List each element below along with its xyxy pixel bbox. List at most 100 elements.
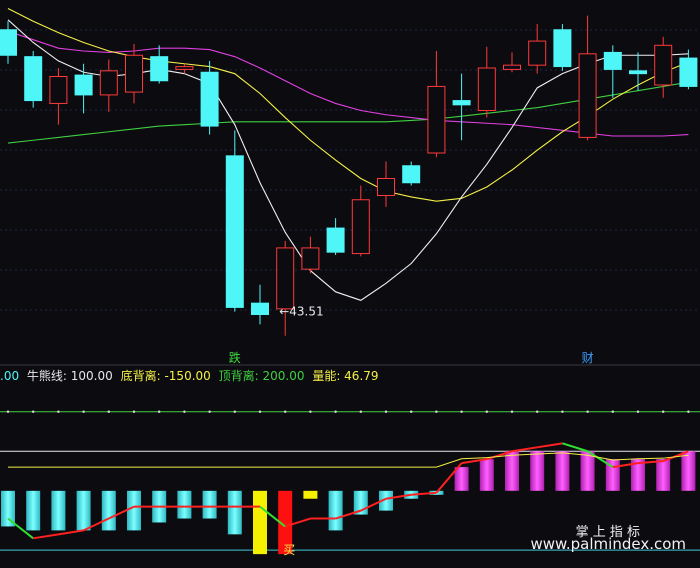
signal-dot <box>435 410 438 413</box>
signal-dot <box>460 410 463 413</box>
candle-body <box>150 56 169 82</box>
candle <box>74 63 93 114</box>
indicator-bar <box>1 490 15 527</box>
signal-dot <box>586 410 589 413</box>
candle-body <box>503 64 521 70</box>
signal-dot <box>410 410 413 413</box>
signal-dot <box>662 410 665 413</box>
candle <box>351 185 370 257</box>
candle <box>603 45 622 98</box>
candle-body <box>427 85 446 154</box>
signal-dot <box>32 410 35 413</box>
candle-body <box>276 247 295 310</box>
indicator-legend: .00 牛熊线: 100.00 底背离: -150.00 顶背离: 200.00… <box>0 367 383 383</box>
curve-segment <box>537 442 563 449</box>
signal-dot <box>208 410 211 413</box>
candle <box>654 36 673 98</box>
legend-item-volume-energy: 量能: 46.79 <box>312 369 379 383</box>
candle <box>326 218 345 255</box>
signal-dot <box>687 410 690 413</box>
signal-dot <box>384 410 388 413</box>
watermark-url: www.palmindex.com <box>530 535 686 553</box>
indicator-bar <box>479 459 494 491</box>
candle <box>200 60 219 135</box>
candle <box>276 240 295 336</box>
candle <box>452 73 471 141</box>
signal-dot <box>258 410 262 413</box>
candle <box>125 43 143 104</box>
candle-body <box>351 199 370 255</box>
signal-dot <box>485 410 488 413</box>
candle <box>99 59 118 112</box>
indicator-bar <box>328 490 343 531</box>
indicator-bar <box>177 490 192 519</box>
candle <box>377 161 395 207</box>
signal-dot <box>636 410 640 413</box>
candle <box>553 24 572 71</box>
signal-dot <box>6 410 10 413</box>
candle-body <box>99 70 118 96</box>
indicator-bar <box>454 467 469 491</box>
candle <box>301 236 320 274</box>
signal-dot <box>233 410 236 413</box>
legend-item-0: .00 <box>0 369 20 383</box>
annotation-label: 财 <box>582 351 594 365</box>
candle-body <box>175 66 194 70</box>
candle <box>629 52 647 91</box>
candle-body <box>452 100 471 106</box>
candle <box>477 46 496 118</box>
annotation-label: 跌 <box>229 350 241 365</box>
indicator-bar <box>253 490 267 555</box>
signal-dot <box>57 410 60 413</box>
candle-body <box>301 247 320 270</box>
candle <box>402 161 421 186</box>
candle <box>427 51 446 158</box>
candle <box>679 49 698 90</box>
indicator-bar <box>580 451 595 491</box>
indicator-bar <box>202 490 217 519</box>
legend-item-top-divergence: 顶背离: 200.00 <box>218 369 305 383</box>
candle-body <box>0 29 17 56</box>
signal-dot <box>611 410 614 413</box>
signal-dot <box>334 410 337 413</box>
indicator-bar <box>76 490 91 531</box>
candle <box>251 284 269 325</box>
signal-dot <box>183 410 186 413</box>
candle <box>503 52 521 73</box>
signal-dot <box>158 410 161 413</box>
candles <box>0 15 698 336</box>
signal-dot <box>82 410 85 413</box>
candle-body <box>402 165 421 184</box>
curve-segment <box>58 529 84 536</box>
signal-dot <box>536 410 539 413</box>
moving-averages <box>7 8 689 301</box>
curve-segment <box>33 533 59 540</box>
indicator-bar <box>101 490 116 531</box>
candle <box>528 24 547 74</box>
candle-body <box>679 57 698 87</box>
candle-body <box>377 178 395 196</box>
indicator-bar <box>555 451 570 491</box>
annotations: 跌 财 ←43.51 <box>229 305 594 365</box>
indicator-bar <box>51 490 66 531</box>
candle <box>24 51 43 108</box>
candle-body <box>477 67 496 111</box>
candle <box>150 45 169 84</box>
curve-segment <box>562 442 588 453</box>
indicator-bar <box>505 451 519 491</box>
legend-item-bull-bear: 牛熊线: 100.00 <box>26 369 113 383</box>
candle-body <box>200 71 219 127</box>
indicator-bar <box>656 459 671 491</box>
candle-body <box>125 54 143 93</box>
indicator-bar <box>303 490 318 499</box>
candle-body <box>629 70 647 75</box>
candle-body <box>553 29 572 68</box>
chart-canvas: 跌 财 ←43.51 买 <box>0 8 700 557</box>
signal-dot <box>359 410 362 413</box>
candle-body <box>603 51 622 70</box>
curve-segment <box>511 446 538 453</box>
candle-body <box>326 227 345 253</box>
legend-item-bottom-divergence: 底背离: -150.00 <box>120 369 211 383</box>
signal-dot <box>107 410 111 413</box>
candle <box>578 15 597 141</box>
